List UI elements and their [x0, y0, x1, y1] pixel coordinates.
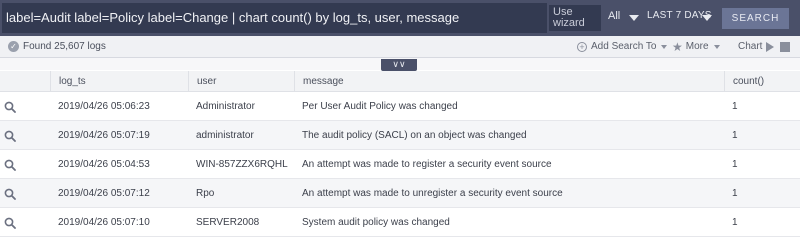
- star-icon: ★: [672, 39, 683, 54]
- row-action[interactable]: [0, 150, 50, 179]
- play-icon[interactable]: [766, 42, 774, 52]
- query-input[interactable]: label=Audit label=Policy label=Change | …: [2, 3, 547, 33]
- table-header: log_ts user message count(): [0, 71, 800, 92]
- more-label: More: [685, 41, 709, 52]
- cell-user: administrator: [196, 130, 254, 141]
- cell-count: 1: [732, 130, 738, 141]
- cell-log-ts: 2019/04/26 05:04:53: [58, 159, 150, 170]
- add-search-to-button[interactable]: + Add Search To: [577, 41, 668, 52]
- magnifier-icon[interactable]: [4, 159, 16, 171]
- cell-log-ts: 2019/04/26 05:07:10: [58, 217, 150, 228]
- cell-log-ts: 2019/04/26 05:06:23: [58, 101, 150, 112]
- row-action[interactable]: [0, 121, 50, 150]
- results-toolbar: ✓ Found 25,607 logs + Add Search To ★ Mo…: [0, 36, 800, 58]
- collapse-toggle-button[interactable]: ∨∨: [381, 59, 417, 71]
- stop-icon[interactable]: [780, 42, 790, 52]
- scope-chevron-down-icon[interactable]: [629, 15, 639, 21]
- magnifier-icon[interactable]: [4, 217, 16, 229]
- cell-log-ts: 2019/04/26 05:07:19: [58, 130, 150, 141]
- search-button[interactable]: SEARCH: [722, 8, 789, 29]
- check-circle-icon: ✓: [8, 41, 19, 52]
- add-search-to-label: Add Search To: [591, 41, 657, 52]
- chevron-down-icon: [713, 44, 720, 49]
- cell-user: Rpo: [196, 188, 215, 199]
- time-range-chevron-down-icon[interactable]: [702, 15, 712, 21]
- cell-count: 1: [732, 217, 738, 228]
- cell-count: 1: [732, 188, 738, 199]
- scope-select[interactable]: All: [608, 10, 620, 22]
- use-wizard-button[interactable]: Use wizard: [549, 5, 601, 31]
- double-chevron-down-icon: ∨∨: [392, 59, 406, 69]
- cell-count: 1: [732, 101, 738, 112]
- cell-count: 1: [732, 159, 738, 170]
- row-action[interactable]: [0, 92, 50, 121]
- cell-message: The audit policy (SACL) on an object was…: [302, 130, 527, 141]
- table-row: 2019/04/26 05:06:23 Administrator Per Us…: [0, 92, 800, 121]
- cell-user: SERVER2008: [196, 217, 260, 228]
- table-row: 2019/04/26 05:07:12 Rpo An attempt was m…: [0, 179, 800, 208]
- found-count: ✓ Found 25,607 logs: [8, 41, 106, 52]
- cell-user: Administrator: [196, 101, 255, 112]
- column-header-user[interactable]: user: [188, 71, 294, 92]
- cell-message: Per User Audit Policy was changed: [302, 101, 458, 112]
- column-header-log-ts[interactable]: log_ts: [50, 71, 188, 92]
- chevron-down-icon: [661, 44, 668, 49]
- row-action[interactable]: [0, 208, 50, 237]
- table-row: 2019/04/26 05:04:53 WIN-857ZZX6RQHL An a…: [0, 150, 800, 179]
- magnifier-icon[interactable]: [4, 188, 16, 200]
- more-button[interactable]: ★ More: [672, 39, 720, 54]
- plus-circle-icon: +: [577, 41, 587, 52]
- cell-user: WIN-857ZZX6RQHL: [196, 159, 288, 170]
- table-row: 2019/04/26 05:07:10 SERVER2008 System au…: [0, 208, 800, 237]
- column-header-message[interactable]: message: [294, 71, 724, 92]
- cell-log-ts: 2019/04/26 05:07:12: [58, 188, 150, 199]
- chart-label: Chart: [738, 41, 763, 52]
- query-bar: label=Audit label=Policy label=Change | …: [0, 0, 800, 36]
- header-action: [0, 71, 50, 92]
- magnifier-icon[interactable]: [4, 130, 16, 142]
- cell-message: An attempt was made to register a securi…: [302, 159, 552, 170]
- cell-message: System audit policy was changed: [302, 217, 450, 228]
- row-action[interactable]: [0, 179, 50, 208]
- found-count-label: Found 25,607 logs: [23, 41, 106, 52]
- column-header-count[interactable]: count(): [724, 71, 800, 92]
- magnifier-icon[interactable]: [4, 101, 16, 113]
- cell-message: An attempt was made to unregister a secu…: [302, 188, 563, 199]
- table-row: 2019/04/26 05:07:19 administrator The au…: [0, 121, 800, 150]
